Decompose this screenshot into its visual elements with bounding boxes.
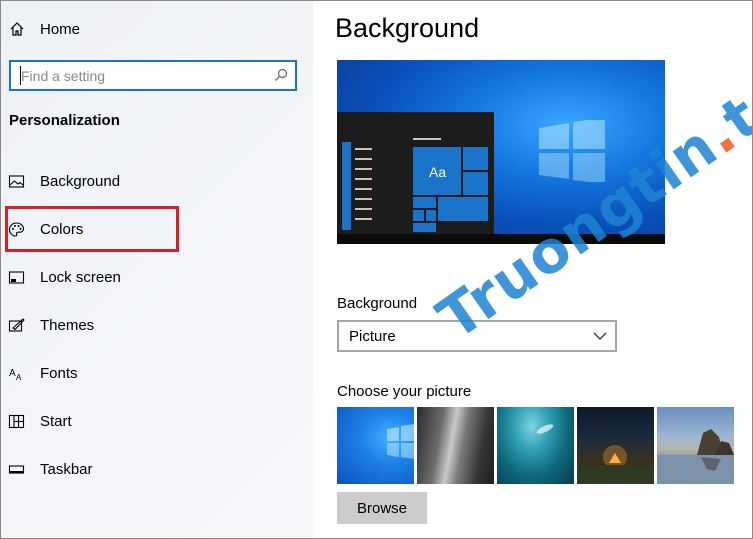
- picture-icon: [7, 172, 25, 190]
- background-select-value: Picture: [349, 327, 396, 345]
- sidebar-item-label: Background: [40, 172, 121, 190]
- colors-highlight-box: [5, 206, 179, 252]
- home-link[interactable]: Home: [9, 18, 80, 40]
- search-icon[interactable]: [274, 68, 288, 82]
- sidebar-item-lock-screen[interactable]: Lock screen: [7, 263, 307, 291]
- sidebar-item-taskbar[interactable]: Taskbar: [7, 455, 307, 483]
- background-select[interactable]: Picture: [337, 320, 617, 352]
- background-label: Background: [337, 295, 418, 312]
- home-label: Home: [40, 20, 81, 38]
- chevron-down-icon: [593, 332, 607, 340]
- search-box[interactable]: [9, 60, 297, 91]
- sidebar-item-label: Fonts: [40, 364, 78, 382]
- preview-start-menu: Aa: [337, 112, 494, 234]
- svg-text:A: A: [16, 373, 22, 382]
- home-icon: [10, 22, 24, 36]
- swimmer-figure: [536, 424, 554, 434]
- sidebar-item-label: Taskbar: [40, 460, 93, 478]
- picture-thumb-rock[interactable]: [417, 407, 494, 484]
- windows-logo-icon: [387, 424, 414, 459]
- windows-logo-icon: [539, 120, 605, 182]
- picture-thumb-swimmer[interactable]: [497, 407, 574, 484]
- sidebar-item-label: Start: [40, 412, 72, 430]
- start-icon: [7, 412, 25, 430]
- desktop-preview: Aa: [337, 60, 665, 244]
- beach-rocks: [657, 429, 734, 484]
- section-title: Personalization: [9, 112, 120, 129]
- main-content: Background Aa Background Picture Choose …: [313, 1, 752, 538]
- choose-picture-label: Choose your picture: [337, 383, 472, 400]
- preview-taskbar: [337, 234, 665, 244]
- lock-screen-icon: [7, 268, 25, 286]
- svg-text:A: A: [9, 368, 16, 379]
- sidebar-item-background[interactable]: Background: [7, 167, 307, 195]
- sidebar-item-label: Lock screen: [40, 268, 121, 286]
- browse-button[interactable]: Browse: [337, 492, 427, 524]
- page-title: Background: [335, 13, 480, 43]
- sidebar-item-start[interactable]: Start: [7, 407, 307, 435]
- sidebar-item-themes[interactable]: Themes: [7, 311, 307, 339]
- settings-window: Home Personalization Background Colors L…: [0, 0, 753, 539]
- tent-glow: [577, 445, 654, 484]
- fonts-icon: AA: [7, 364, 25, 382]
- sidebar-item-label: Themes: [40, 316, 95, 334]
- sidebar-item-fonts[interactable]: AA Fonts: [7, 359, 307, 387]
- preview-tile-label: Aa: [429, 164, 447, 180]
- taskbar-icon: [7, 460, 25, 478]
- picture-thumb-windows[interactable]: [337, 407, 414, 484]
- sidebar: Home Personalization Background Colors L…: [1, 1, 313, 538]
- search-input[interactable]: [21, 66, 261, 85]
- picture-thumb-tent-night[interactable]: [577, 407, 654, 484]
- themes-icon: [7, 316, 25, 334]
- picture-thumb-beach[interactable]: [657, 407, 734, 484]
- preview-start-layout: [342, 138, 488, 232]
